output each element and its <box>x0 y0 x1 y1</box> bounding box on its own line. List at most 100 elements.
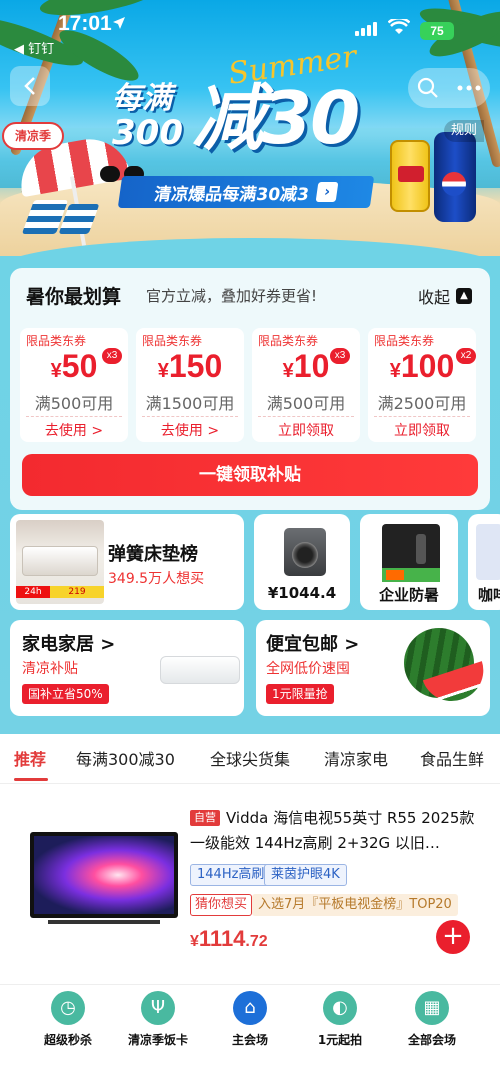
coupon-condition: 满500可用 <box>34 394 114 413</box>
category-tabs: 推荐 每满300减30 全球尖货集 清凉家电 食品生鲜 <box>0 734 500 784</box>
nav-label: 全部会场 <box>407 1033 456 1047</box>
coupon-divider <box>374 416 470 417</box>
tab-300-minus-30[interactable]: 每满300减30 <box>76 746 175 770</box>
coupon-tag: 限品类东券 <box>26 334 87 348</box>
coupon-amount: ¥150 <box>157 348 223 384</box>
mattress-img-price: 219 <box>50 586 104 598</box>
tab-food[interactable]: 食品生鲜 <box>420 746 484 770</box>
fork-knife-icon: Ψ <box>141 991 175 1025</box>
coupon-tag: 限品类东券 <box>258 334 319 348</box>
nav-flash-sale[interactable]: ◷ 超级秒杀 <box>18 991 118 1048</box>
coupon-condition: 满500可用 <box>266 394 346 413</box>
nav-label: 清凉季饭卡 <box>127 1033 188 1047</box>
coupon-action-button[interactable]: 去使用 > <box>20 420 128 440</box>
claim-all-button[interactable]: 一键领取补贴 <box>22 454 478 496</box>
mattress-subtitle: 349.5万人想买 <box>108 571 205 587</box>
nav-label: 超级秒杀 <box>43 1033 92 1047</box>
search-icon[interactable] <box>417 77 439 99</box>
nav-all-venues[interactable]: ▦ 全部会场 <box>382 991 482 1048</box>
mattress-image: 24h 219 <box>16 520 104 604</box>
coupon-condition: 满1500可用 <box>145 394 235 413</box>
grid-icon: ▦ <box>415 991 449 1025</box>
promo-strip-label: 清凉爆品每满30减3 <box>152 184 311 205</box>
enterprise-card[interactable]: 企业防暑 <box>360 514 458 610</box>
nav-label: 1元起拍 <box>317 1033 363 1047</box>
cheap-subtitle: 全网低价速囤 <box>266 661 350 677</box>
collapse-button[interactable]: 收起 ▲ <box>418 284 473 308</box>
more-icon[interactable] <box>457 85 481 91</box>
battery-icon: 75 <box>420 22 454 40</box>
wifi-icon <box>388 19 410 34</box>
hero-line1: 每满 <box>112 81 172 116</box>
rules-button[interactable]: 规则 <box>444 120 484 142</box>
nav-main-venue[interactable]: ⌂ 主会场 <box>200 991 300 1048</box>
deal-subtitle: 官方立减，叠加好券更省! <box>146 287 318 305</box>
appliance-subtitle: 清凉补贴 <box>22 661 78 677</box>
product-title-text: Vidda 海信电视55英寸 R55 2025款 一级能效 144Hz高刷 2+… <box>190 809 475 852</box>
location-arrow-icon <box>113 17 125 29</box>
status-time: 17:01 <box>58 12 112 35</box>
self-operated-tag: 自营 <box>190 810 220 826</box>
guess-you-like-tag: 猜你想买 <box>190 894 253 916</box>
mattress-title: 弹簧床垫榜 <box>108 544 198 565</box>
appliance-card[interactable]: 家电家居 > 清凉补贴 国补立省50% <box>10 620 244 716</box>
coupon-action-button[interactable]: 立即领取 <box>252 420 360 440</box>
active-tab-indicator <box>14 778 48 781</box>
air-conditioner-image <box>160 656 240 684</box>
hero-discount: 减30 <box>192 76 360 160</box>
auction-icon: ◐ <box>323 991 357 1025</box>
deal-card: 暑你最划算 官方立减，叠加好券更省! 收起 ▲ 限品类东券 ¥50 x3 满50… <box>10 268 490 510</box>
cheap-card[interactable]: 便宜包邮 > 全网低价速囤 1元限量抢 <box>256 620 490 716</box>
chevron-up-icon: ▲ <box>456 288 473 304</box>
coupon-action-button[interactable]: 立即领取 <box>368 420 476 440</box>
collapse-label: 收起 <box>418 288 451 307</box>
coupon-card[interactable]: 限品类东券 ¥50 x3 满500可用 去使用 > <box>20 328 128 442</box>
nav-meal-card[interactable]: Ψ 清凉季饭卡 <box>108 991 208 1048</box>
coffee-card[interactable]: 咖啡 <box>468 514 500 610</box>
washer-card[interactable]: ¥1044.4 <box>254 514 350 610</box>
product-item[interactable]: 自营 Vidda 海信电视55英寸 R55 2025款 一级能效 144Hz高刷 … <box>0 790 500 980</box>
appliance-pill: 国补立省50% <box>22 684 109 704</box>
coupon-multiplier-badge: x2 <box>456 348 476 364</box>
ranking-tag[interactable]: 入选7月『平板电视金榜』TOP20 <box>252 894 458 916</box>
back-to-app-link[interactable]: ◀ 钉钉 <box>14 38 54 57</box>
coupon-card[interactable]: 限品类东券 ¥100 x2 满2500可用 立即领取 <box>368 328 476 442</box>
pepsi-logo <box>442 172 466 196</box>
product-title[interactable]: 自营 Vidda 海信电视55英寸 R55 2025款 一级能效 144Hz高刷 … <box>190 806 480 856</box>
mattress-rank-card[interactable]: 24h 219 弹簧床垫榜 349.5万人想买 <box>10 514 244 610</box>
coupon-condition: 满2500可用 <box>377 394 467 413</box>
add-to-cart-button[interactable]: + <box>436 920 470 954</box>
coupon-divider <box>26 416 122 417</box>
home-icon: ⌂ <box>233 991 267 1025</box>
tab-global[interactable]: 全球尖货集 <box>210 746 290 770</box>
coupon-tag: 限品类东券 <box>374 334 435 348</box>
promo-strip-link[interactable]: 清凉爆品每满30减3 › <box>117 176 375 208</box>
deal-title: 暑你最划算 <box>26 286 122 308</box>
hero-line2: 300 <box>112 113 183 153</box>
washer-image <box>284 528 326 576</box>
cheap-pill: 1元限量抢 <box>266 684 334 704</box>
nav-one-yuan[interactable]: ◐ 1元起拍 <box>290 991 390 1048</box>
hero-condition: 每满 300 <box>112 81 183 153</box>
feature-tag: 144Hz高刷 <box>190 864 272 886</box>
tab-recommend[interactable]: 推荐 <box>14 746 46 770</box>
coupon-divider <box>142 416 238 417</box>
coupon-action-button[interactable]: 去使用 > <box>136 420 244 440</box>
pepsi-bottle <box>434 132 476 222</box>
back-button[interactable] <box>10 66 50 106</box>
coupon-tag: 限品类东券 <box>142 334 203 348</box>
nav-label: 主会场 <box>231 1033 268 1047</box>
mattress-shape <box>22 546 98 576</box>
season-tag: 清凉季 <box>2 122 64 150</box>
coupon-card[interactable]: 限品类东券 ¥150 满1500可用 去使用 > <box>136 328 244 442</box>
coffee-image <box>476 524 500 580</box>
redbull-logo <box>398 166 424 182</box>
nav-actions <box>408 68 490 108</box>
coupon-card[interactable]: 限品类东券 ¥10 x3 满500可用 立即领取 <box>252 328 360 442</box>
dji-product-image <box>382 524 440 582</box>
coupon-divider <box>258 416 354 417</box>
coupon-multiplier-badge: x3 <box>102 348 122 364</box>
tab-cool-appliances[interactable]: 清凉家电 <box>324 746 388 770</box>
washer-price: ¥1044.4 <box>267 584 337 602</box>
tv-product-image <box>30 832 178 924</box>
